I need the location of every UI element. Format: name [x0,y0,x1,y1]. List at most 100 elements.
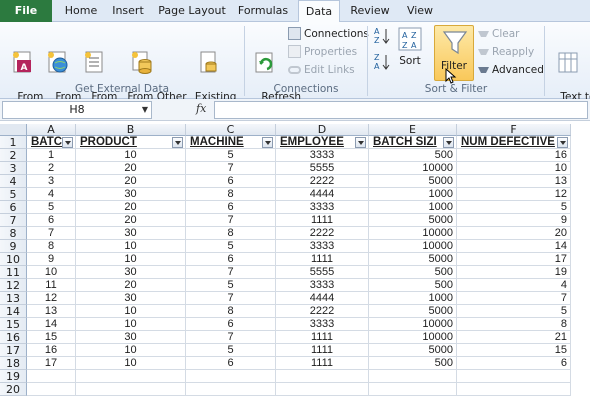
table-cell[interactable]: 1111 [276,253,369,266]
table-cell[interactable]: 2222 [276,305,369,318]
table-cell[interactable]: 10 [27,266,76,279]
row-header-13[interactable]: 13 [0,292,27,305]
tab-home[interactable]: Home [62,0,100,22]
table-cell[interactable]: 3 [27,175,76,188]
table-cell[interactable]: 16 [457,149,571,162]
filter-dropdown-icon[interactable] [172,137,183,148]
table-cell[interactable]: 500 [369,279,457,292]
table-cell[interactable]: 1111 [276,331,369,344]
filter-dropdown-icon[interactable] [62,137,73,148]
table-cell[interactable]: 20 [76,162,186,175]
table-cell[interactable]: 10000 [369,162,457,175]
table-cell[interactable]: 1111 [276,357,369,370]
column-header-a[interactable]: A [27,124,76,136]
header-cell[interactable]: NUM DEFECTIVE [457,136,571,149]
table-cell[interactable]: 2222 [276,227,369,240]
connections-button[interactable]: Connections [288,26,369,42]
table-cell[interactable]: 17 [457,253,571,266]
table-cell[interactable]: 1111 [276,344,369,357]
row-header-12[interactable]: 12 [0,279,27,292]
table-cell[interactable]: 30 [76,266,186,279]
table-cell[interactable]: 5000 [369,175,457,188]
table-cell[interactable]: 8 [186,227,276,240]
tab-insert[interactable]: Insert [108,0,148,22]
row-header-5[interactable]: 5 [0,188,27,201]
table-cell[interactable]: 20 [457,227,571,240]
table-cell[interactable]: 10 [76,305,186,318]
table-cell[interactable]: 10000 [369,318,457,331]
table-cell[interactable]: 10 [76,357,186,370]
filter-dropdown-icon[interactable] [557,137,568,148]
table-cell[interactable]: 5 [186,240,276,253]
table-cell[interactable] [186,370,276,383]
table-cell[interactable]: 10 [76,240,186,253]
table-cell[interactable]: 8 [457,318,571,331]
edit-links-button[interactable]: Edit Links [288,62,355,78]
table-cell[interactable]: 500 [369,266,457,279]
table-cell[interactable] [76,383,186,396]
table-cell[interactable]: 5 [457,201,571,214]
table-cell[interactable]: 5000 [369,305,457,318]
table-cell[interactable]: 6 [186,201,276,214]
tab-formulas[interactable]: Formulas [236,0,290,22]
table-cell[interactable]: 7 [186,162,276,175]
table-cell[interactable]: 10 [76,149,186,162]
table-cell[interactable]: 6 [457,357,571,370]
table-cell[interactable]: 4444 [276,188,369,201]
table-cell[interactable] [457,370,571,383]
table-cell[interactable]: 20 [76,175,186,188]
clear-button[interactable]: Clear [478,26,519,42]
table-cell[interactable]: 20 [76,201,186,214]
table-cell[interactable]: 30 [76,227,186,240]
row-header-7[interactable]: 7 [0,214,27,227]
table-cell[interactable]: 6 [186,253,276,266]
table-cell[interactable]: 5000 [369,214,457,227]
table-cell[interactable]: 11 [27,279,76,292]
table-cell[interactable]: 30 [76,188,186,201]
table-cell[interactable] [276,383,369,396]
row-header-15[interactable]: 15 [0,318,27,331]
select-all-corner[interactable] [0,124,27,136]
table-cell[interactable]: 6 [186,318,276,331]
table-cell[interactable]: 1000 [369,201,457,214]
table-cell[interactable]: 20 [76,279,186,292]
reapply-button[interactable]: Reapply [478,44,534,60]
table-cell[interactable] [186,383,276,396]
table-cell[interactable]: 9 [27,253,76,266]
row-header-1[interactable]: 1 [0,136,27,149]
table-cell[interactable] [369,370,457,383]
table-cell[interactable] [27,383,76,396]
table-cell[interactable]: 10 [457,162,571,175]
tab-data[interactable]: Data [298,0,340,23]
table-cell[interactable]: 7 [186,331,276,344]
row-header-8[interactable]: 8 [0,227,27,240]
row-header-4[interactable]: 4 [0,175,27,188]
table-cell[interactable]: 7 [186,292,276,305]
table-cell[interactable]: 12 [457,188,571,201]
table-cell[interactable]: 500 [369,357,457,370]
sort-button[interactable]: AZZA Sort [396,26,424,67]
table-cell[interactable]: 500 [369,149,457,162]
row-header-6[interactable]: 6 [0,201,27,214]
table-cell[interactable]: 5555 [276,266,369,279]
table-cell[interactable]: 3333 [276,149,369,162]
table-cell[interactable]: 7 [186,266,276,279]
row-header-10[interactable]: 10 [0,253,27,266]
tab-view[interactable]: View [402,0,438,22]
chevron-down-icon[interactable]: ▼ [142,102,148,118]
column-header-d[interactable]: D [276,124,369,136]
row-header-17[interactable]: 17 [0,344,27,357]
row-header-19[interactable]: 19 [0,370,27,383]
table-cell[interactable]: 7 [27,227,76,240]
row-header-18[interactable]: 18 [0,357,27,370]
column-header-b[interactable]: B [76,124,186,136]
table-cell[interactable]: 10000 [369,240,457,253]
advanced-button[interactable]: Advanced [478,62,544,78]
table-cell[interactable]: 14 [457,240,571,253]
table-cell[interactable]: 8 [27,240,76,253]
name-box[interactable]: H8 ▼ [2,101,152,119]
table-cell[interactable]: 30 [76,331,186,344]
properties-button[interactable]: Properties [288,44,357,60]
tab-file[interactable]: File [0,0,52,22]
formula-input[interactable] [214,101,588,119]
